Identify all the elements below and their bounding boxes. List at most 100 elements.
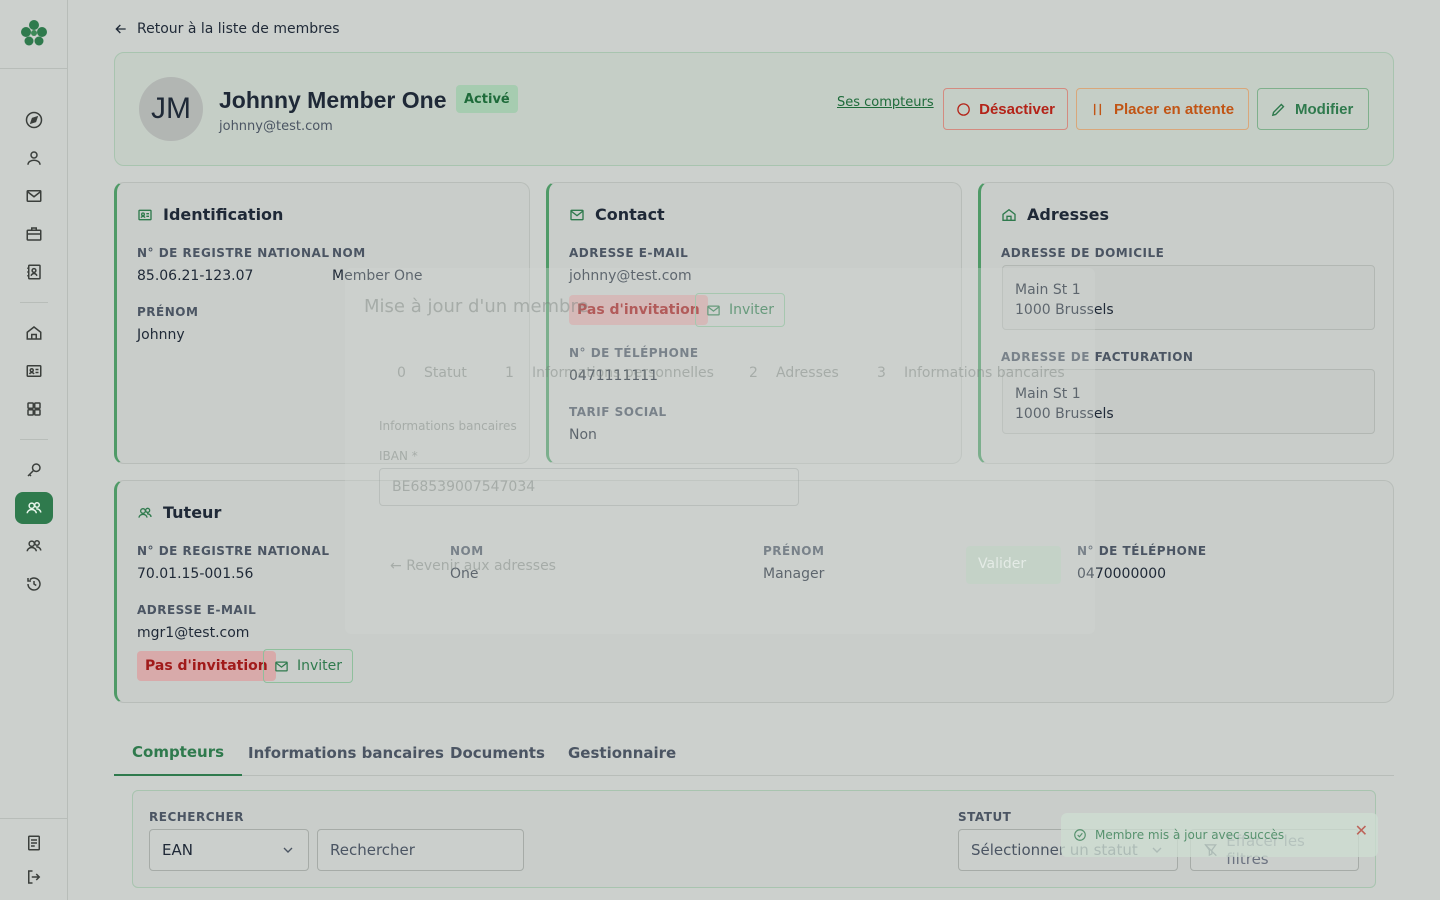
search-type-value: EAN (162, 841, 193, 859)
arrow-left-icon (115, 24, 126, 34)
iban-value: BE68539007547034 (392, 479, 536, 495)
step-1-number: 1 (505, 365, 514, 381)
avatar: JM (139, 77, 203, 141)
back-to-members-link[interactable]: Retour à la liste de membres (113, 21, 340, 37)
users-icon (138, 507, 152, 518)
deactivate-label: Désactiver (979, 100, 1055, 118)
contact-book-icon[interactable] (22, 260, 46, 284)
submit-label: Valider (978, 556, 1027, 572)
home-address-label: ADRESSE DE DOMICILE (1001, 246, 1165, 260)
tab-manager[interactable]: Gestionnaire (550, 730, 694, 776)
tab-documents[interactable]: Documents (432, 730, 563, 776)
contact-title: Contact (595, 205, 665, 224)
member-email: johnny@test.com (219, 119, 333, 134)
chevron-down-icon (283, 847, 293, 853)
search-placeholder: Rechercher (330, 841, 415, 859)
member-header-card: JM Johnny Member One Activé johnny@test.… (114, 52, 1394, 166)
status-badge: Activé (456, 85, 518, 113)
guardian-email-label: ADRESSE E-MAIL (137, 603, 257, 617)
history-icon[interactable] (22, 572, 46, 596)
tab-meters[interactable]: Compteurs (114, 730, 243, 776)
back-to-addresses-button[interactable]: ← Revenir aux adresses (390, 558, 556, 574)
step-0-label: Statut (424, 365, 467, 381)
guardian-invitation-status-badge: Pas d'invitation (137, 651, 276, 681)
sidebar-divider (0, 68, 68, 69)
document-icon[interactable] (22, 831, 46, 855)
edit-button[interactable]: Modifier (1257, 88, 1369, 130)
firstname-value: Johnny (137, 327, 185, 343)
guardian-title: Tuteur (163, 503, 222, 522)
compass-icon[interactable] (22, 108, 46, 132)
search-input[interactable]: Rechercher (317, 829, 524, 871)
member-name: Johnny Member One (219, 87, 447, 113)
back-link-label: Retour à la liste de membres (137, 21, 340, 37)
sidebar-divider (20, 439, 48, 440)
sidebar (0, 0, 68, 900)
step-2-label: Adresses (776, 365, 839, 381)
name-label: NOM (332, 246, 366, 260)
status-label: STATUT (958, 810, 1012, 824)
circle-icon (957, 102, 970, 116)
logout-icon[interactable] (22, 865, 46, 889)
group-icon[interactable] (22, 534, 46, 558)
back-to-addresses-label: Revenir aux adresses (406, 558, 556, 574)
mail-icon[interactable] (22, 184, 46, 208)
iban-input[interactable]: BE68539007547034 (379, 468, 799, 506)
bank-section-title: Informations bancaires (379, 419, 517, 433)
user-icon[interactable] (22, 146, 46, 170)
guardian-invite-label: Inviter (297, 658, 343, 674)
step-3-number: 3 (877, 365, 886, 381)
guardian-phone-label: N° DE TÉLÉPHONE (1077, 544, 1207, 558)
id-card-icon[interactable] (22, 359, 46, 383)
hold-label: Placer en attente (1114, 100, 1235, 118)
briefcase-icon[interactable] (22, 222, 46, 246)
members-icon[interactable] (15, 492, 53, 524)
identification-title: Identification (163, 205, 284, 224)
fading-update-modal: Mise à jour d'un membre 0 Statut 1 Infor… (345, 268, 1095, 634)
card-title: Identification (137, 205, 283, 224)
place-on-hold-button[interactable]: Placer en attente (1076, 88, 1249, 130)
email-label: ADRESSE E-MAIL (569, 246, 689, 260)
guardian-nrn-value: 70.01.15-001.56 (137, 566, 254, 582)
home-icon[interactable] (22, 321, 46, 345)
nrn-value: 85.06.21-123.07 (137, 268, 254, 284)
step-0-number: 0 (397, 365, 406, 381)
sidebar-divider (20, 302, 48, 303)
guardian-nrn-label: N° DE REGISTRE NATIONAL (137, 544, 330, 558)
close-icon[interactable]: ✕ (1355, 821, 1368, 840)
guardian-invite-button[interactable]: Inviter (263, 649, 354, 683)
search-type-select[interactable]: EAN (149, 829, 309, 871)
guardian-email-value: mgr1@test.com (137, 625, 250, 641)
meters-link[interactable]: Ses compteurs (837, 95, 934, 110)
grid-icon[interactable] (22, 397, 46, 421)
addresses-title: Adresses (1027, 205, 1109, 224)
nrn-label: N° DE REGISTRE NATIONAL (137, 246, 330, 260)
card-title: Tuteur (137, 503, 221, 522)
deactivate-button[interactable]: Désactiver (943, 88, 1068, 130)
step-1-label: Informations personnelles (532, 365, 714, 381)
clover-logo-icon[interactable] (19, 18, 49, 48)
pencil-icon (1271, 103, 1285, 116)
card-title: Contact (569, 205, 665, 224)
home-icon (1002, 208, 1016, 221)
edit-label: Modifier (1295, 100, 1354, 118)
mail-icon (570, 209, 584, 220)
step-3-label: Informations bancaires (904, 365, 1065, 381)
key-icon[interactable] (22, 458, 46, 482)
pause-icon (1093, 103, 1102, 115)
success-toast: Membre mis à jour avec succès ✕ (1061, 813, 1378, 857)
id-card-icon (138, 209, 152, 220)
tab-bank-info[interactable]: Informations bancaires (230, 730, 462, 776)
sidebar-divider (0, 818, 68, 819)
search-label: RECHERCHER (149, 810, 245, 824)
firstname-label: PRÉNOM (137, 305, 199, 319)
card-title: Adresses (1001, 205, 1109, 224)
submit-button[interactable]: Valider (966, 546, 1061, 584)
check-circle-icon (1074, 829, 1086, 841)
modal-title: Mise à jour d'un membre (364, 296, 589, 317)
toast-message: Membre mis à jour avec succès (1095, 828, 1285, 842)
mail-icon (275, 661, 288, 671)
tab-bar: Compteurs Informations bancaires Documen… (114, 730, 1394, 776)
iban-label: IBAN * (379, 449, 418, 463)
step-2-number: 2 (749, 365, 758, 381)
